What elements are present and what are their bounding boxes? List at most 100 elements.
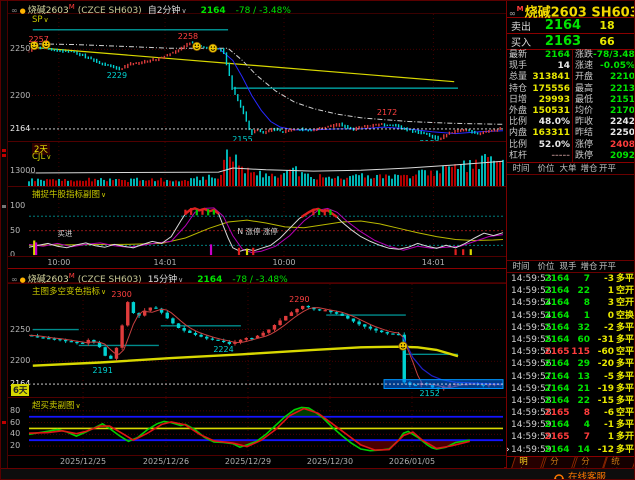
overbought-oversold-pane: 超买卖副图∨ 80604020 <box>8 397 506 455</box>
stat-row: 日增29993 <box>507 95 572 106</box>
axis-label: 2164 <box>9 124 31 133</box>
stats-left-col: 最新2164现手14总量313841持仓175556日增29993外盘15053… <box>507 50 572 162</box>
price-label: 2290 <box>289 295 309 304</box>
price-label: 2191 <box>92 366 112 375</box>
indicator-selector-main[interactable]: 主图多空变色指标∨ <box>32 285 106 297</box>
column-header: 价位 <box>535 261 557 272</box>
tab[interactable]: 统计 <box>603 457 635 468</box>
edge-marker <box>2 154 6 157</box>
detail-tabs: 明细分价分笔统计 <box>507 456 635 468</box>
column-header: 时间 <box>507 163 535 174</box>
bottom-bar: 在线客服 <box>1 468 635 480</box>
price-label: 2257 <box>28 35 48 44</box>
chevron-down-icon: ∨ <box>101 288 106 296</box>
stat-row: 总量313841 <box>507 72 572 83</box>
stat-row: 涨速-0.05% <box>573 61 635 72</box>
tick-row: 14:59:55216460-31多平 <box>507 334 635 346</box>
quote-panel: ∞M烧碱2603 SH603 卖出 2164 18 买入 2163 66 最新2… <box>506 1 635 468</box>
candlestick-chart <box>8 284 506 397</box>
left-edge-strip <box>1 1 8 468</box>
tick-row: 14:59:562165115-60空平 <box>507 346 635 358</box>
candlestick-pane: 主图多空变色指标∨ 6天 225022002164230022902191222… <box>8 283 506 397</box>
time-axis: 10:0014:0110:0014:01 <box>8 256 506 268</box>
volume-pane: 2天 CJL∨ 13000 <box>8 141 506 186</box>
stat-row: 涨跌-78/3.48% <box>573 50 635 61</box>
stat-row: 持仓175556 <box>507 84 572 95</box>
tick-row: 14:59:532164221空开 <box>507 285 635 297</box>
obos-chart <box>8 398 506 455</box>
stat-row: 比例52.0% <box>507 140 572 151</box>
main-contract-marker: M <box>69 3 75 11</box>
indicator-selector-obos[interactable]: 超买卖副图∨ <box>32 399 81 411</box>
stat-row: 最新2164 <box>507 50 572 61</box>
edge-marker <box>2 149 6 152</box>
customer-service-link[interactable]: 在线客服 <box>553 469 606 480</box>
bid-qty: 66 <box>589 35 625 48</box>
intraday-price-pane: SP∨ 225022002164225722582229215521722152 <box>8 14 506 141</box>
range-badge[interactable]: 6天 <box>11 384 29 396</box>
date-tick: 2026/01/05 <box>384 456 440 468</box>
date-tick: 2025/12/25 <box>55 456 111 468</box>
axis-label: 13000 <box>9 166 36 175</box>
top-chart-header: ∞●烧碱2603M(CZCE SH603)自2分钟∨2164-78 / -3.4… <box>8 1 506 14</box>
axis-label: 2250 <box>9 325 31 334</box>
tick-list-header: 时间价位现手增仓开平 <box>507 261 635 273</box>
tick-row: 14:59:59216571多开 <box>507 431 635 443</box>
signal-smiley-icon <box>209 44 217 52</box>
chevron-down-icon: ∨ <box>101 191 106 199</box>
column-header: 开平 <box>599 163 616 174</box>
bid-price: 2163 <box>537 34 589 49</box>
ask-label: 卖出 <box>507 18 537 33</box>
stat-row: 比例48.0% <box>507 117 572 128</box>
chart-annotation: N 涨停 涨停 <box>238 226 278 237</box>
tick-row: 14:59:57216413-5多平 <box>507 371 635 383</box>
indicator-selector-cjl[interactable]: CJL∨ <box>32 152 51 162</box>
axis-label: 0 <box>9 250 16 256</box>
price-label: 2152 <box>420 389 440 397</box>
customer-service-label: 在线客服 <box>568 469 606 480</box>
indicator-selector-osc[interactable]: 捕捉牛股指标副图∨ <box>32 188 106 200</box>
ask-row[interactable]: 卖出 2164 18 <box>507 18 635 34</box>
axis-label: 100 <box>9 201 26 210</box>
signal-smiley-icon <box>399 342 407 350</box>
axis-label: 50 <box>9 226 21 235</box>
tab[interactable]: 明细 <box>511 457 544 468</box>
column-header: 价位 <box>535 163 557 174</box>
indicator-selector-sp[interactable]: SP∨ <box>32 15 49 25</box>
chart-area: ∞●烧碱2603M(CZCE SH603)自2分钟∨2164-78 / -3.4… <box>8 1 506 468</box>
chevron-down-icon: ∨ <box>46 153 51 161</box>
futures-trading-terminal: ∞●烧碱2603M(CZCE SH603)自2分钟∨2164-78 / -3.4… <box>0 0 635 480</box>
tick-row: 14:59:59216414-12多平 <box>507 444 635 456</box>
link-icon[interactable]: ∞ <box>509 9 516 18</box>
tick-list: 14:59:5321647-3多平14:59:532164221空开14:59:… <box>507 273 635 456</box>
tick-row: 14:59:58216422-15多平 <box>507 395 635 407</box>
edge-marker <box>2 421 6 424</box>
headset-icon <box>553 470 565 480</box>
column-header: 大单 <box>557 163 579 174</box>
price-label: 2152 <box>420 139 440 141</box>
stat-row: 最低2151 <box>573 95 635 106</box>
date-axis: 2025/12/252025/12/262025/12/292025/12/30… <box>8 455 506 467</box>
date-tick: 2025/12/26 <box>138 456 194 468</box>
bid-row[interactable]: 买入 2163 66 <box>507 34 635 50</box>
price-label: 2229 <box>107 71 127 80</box>
column-header: 增仓 <box>579 261 599 272</box>
stat-row: 涨停2408 <box>573 140 635 151</box>
price-label: 2172 <box>377 108 397 117</box>
column-header: 时间 <box>507 261 535 272</box>
stat-row: 现手14 <box>507 61 572 72</box>
stat-row: 杠杆----- <box>507 151 572 162</box>
tab[interactable]: 分笔 <box>573 457 606 468</box>
big-orders-list <box>507 175 635 261</box>
price-label: 2300 <box>111 290 131 299</box>
tab[interactable]: 分价 <box>542 457 575 468</box>
stat-row: 内盘163311 <box>507 128 572 139</box>
price-label: 2224 <box>213 345 233 354</box>
big-orders-header: 时间价位大单增仓开平 <box>507 163 635 175</box>
chevron-down-icon: ∨ <box>76 402 81 410</box>
axis-label: 20 <box>9 441 21 450</box>
tick-row: 14:59:56216429-20多平 <box>507 358 635 370</box>
bid-label: 买入 <box>507 34 537 49</box>
column-header: 增仓 <box>579 163 599 174</box>
stats-grid: 最新2164现手14总量313841持仓175556日增29993外盘15053… <box>507 50 635 163</box>
